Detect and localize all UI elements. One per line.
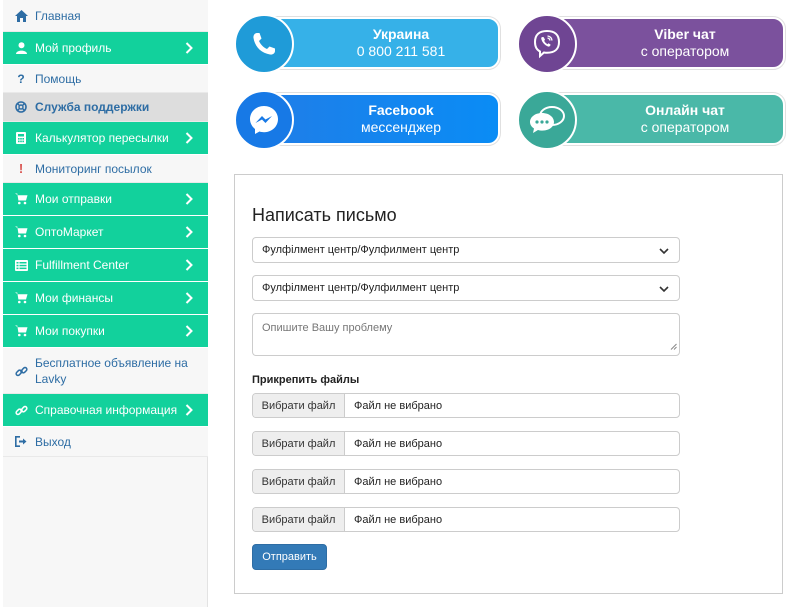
- sidebar-item-label: Мои покупки: [35, 324, 105, 338]
- file-input[interactable]: Вибрати файл Файл не вибрано: [252, 469, 680, 494]
- choose-file-button[interactable]: Вибрати файл: [253, 394, 345, 417]
- chat-bubbles-icon: [517, 90, 577, 150]
- sidebar-item-calculator[interactable]: Калькулятор пересылки: [3, 122, 208, 155]
- lifebuoy-icon: [14, 100, 28, 114]
- online-chat-subtitle: с оператором: [640, 119, 730, 135]
- question-icon: ?: [17, 71, 25, 86]
- chevron-right-icon: [182, 325, 196, 337]
- facebook-messenger-button[interactable]: Facebook мессенджер: [234, 90, 501, 150]
- home-icon: [14, 9, 28, 23]
- sidebar-item-label: ОптоМаркет: [35, 225, 104, 239]
- sidebar-item-optomarket[interactable]: ОптоМаркет: [3, 216, 208, 249]
- resize-grip-icon[interactable]: [670, 341, 677, 353]
- file-name-status: Файл не вибрано: [354, 399, 443, 412]
- sidebar-item-tracking[interactable]: ! Мониторинг посылок: [3, 155, 208, 183]
- user-icon: [14, 41, 28, 55]
- messenger-icon: [234, 90, 294, 150]
- file-name-status: Файл не вибрано: [354, 513, 443, 526]
- category-select[interactable]: Фулфілмент центр/Фулфилмент центр: [252, 237, 680, 263]
- attach-files-label: Прикрепить файлы: [252, 374, 360, 386]
- file-input[interactable]: Вибрати файл Файл не вибрано: [252, 507, 680, 532]
- sidebar-item-label: Главная: [35, 8, 81, 23]
- link-icon: [14, 364, 28, 378]
- sidebar-item-label: Мониторинг посылок: [35, 161, 152, 176]
- sidebar-item-purchases[interactable]: Мои покупки: [3, 315, 208, 348]
- cart-icon: [14, 291, 28, 305]
- file-input[interactable]: Вибрати файл Файл не вибрано: [252, 431, 680, 456]
- write-letter-form: Написать письмо Фулфілмент центр/Фулфилм…: [234, 174, 783, 594]
- choose-file-button[interactable]: Вибрати файл: [253, 432, 345, 455]
- facebook-subtitle: мессенджер: [360, 119, 442, 135]
- file-name-status: Файл не вибрано: [354, 475, 443, 488]
- form-title: Написать письмо: [252, 205, 397, 225]
- submit-button[interactable]: Отправить: [252, 544, 327, 570]
- sidebar-item-help[interactable]: ? Помощь: [3, 65, 208, 93]
- sidebar-item-label: Выход: [35, 434, 71, 449]
- file-input[interactable]: Вибрати файл Файл не вибрано: [252, 393, 680, 418]
- sidebar-item-label: Fulfillment Center: [35, 258, 130, 272]
- phone-contact-number: 0 800 211 581: [356, 43, 446, 59]
- sidebar-item-shipments[interactable]: Мои отправки: [3, 183, 208, 216]
- sidebar-item-home[interactable]: Главная: [3, 0, 208, 32]
- chevron-right-icon: [182, 404, 196, 416]
- exclamation-icon: !: [18, 161, 24, 176]
- choose-file-button[interactable]: Вибрати файл: [253, 470, 345, 493]
- problem-description-textarea[interactable]: Опишите Вашу проблему: [252, 313, 680, 356]
- category-select-value: Фулфілмент центр/Фулфилмент центр: [262, 244, 460, 256]
- phone-icon: [234, 14, 294, 74]
- textarea-placeholder: Опишите Вашу проблему: [262, 322, 393, 334]
- viber-chat-button[interactable]: Viber чат с оператором: [517, 14, 786, 74]
- chevron-right-icon: [182, 132, 196, 144]
- facebook-title: Facebook: [368, 102, 434, 118]
- cart-icon: [14, 192, 28, 206]
- sidebar-item-label: Мои отправки: [35, 192, 112, 206]
- list-icon: [14, 258, 28, 272]
- sidebar-item-fulfillment[interactable]: Fulfillment Center: [3, 249, 208, 282]
- choose-file-button[interactable]: Вибрати файл: [253, 508, 345, 531]
- sidebar-item-finances[interactable]: Мои финансы: [3, 282, 208, 315]
- sidebar-item-logout[interactable]: Выход: [3, 427, 208, 457]
- sidebar-item-label: Бесплатное объявление на Lavky: [35, 356, 188, 386]
- cart-icon: [14, 324, 28, 338]
- sidebar-item-lavky-ad[interactable]: Бесплатное объявление на Lavky: [3, 348, 208, 394]
- cart-icon: [14, 225, 28, 239]
- subcategory-select-value: Фулфілмент центр/Фулфилмент центр: [262, 282, 460, 294]
- calculator-icon: [14, 131, 28, 145]
- chevron-down-icon: [659, 284, 669, 296]
- chevron-right-icon: [182, 226, 196, 238]
- chevron-down-icon: [659, 246, 669, 258]
- subcategory-select[interactable]: Фулфілмент центр/Фулфилмент центр: [252, 275, 680, 301]
- viber-icon: [517, 14, 577, 74]
- file-name-status: Файл не вибрано: [354, 437, 443, 450]
- viber-chat-title: Viber чат: [654, 26, 716, 42]
- chevron-right-icon: [182, 259, 196, 271]
- sidebar-item-label: Справочная информация: [35, 403, 178, 417]
- chevron-right-icon: [182, 292, 196, 304]
- chevron-right-icon: [182, 193, 196, 205]
- sidebar-item-label: Мои финансы: [35, 291, 113, 305]
- chevron-right-icon: [182, 42, 196, 54]
- sidebar-item-reference[interactable]: Справочная информация: [3, 394, 208, 427]
- online-chat-button[interactable]: Онлайн чат с оператором: [517, 90, 786, 150]
- sidebar-item-label: Мой профиль: [35, 41, 112, 55]
- phone-contact-title: Украина: [372, 26, 430, 42]
- sidebar-item-label: Помощь: [35, 71, 82, 86]
- logout-icon: [14, 435, 28, 449]
- sidebar: Главная Мой профиль ? Помощь Служба подд…: [3, 0, 208, 607]
- viber-chat-subtitle: с оператором: [640, 43, 730, 59]
- link-icon: [14, 403, 28, 417]
- phone-contact-button[interactable]: Украина 0 800 211 581: [234, 14, 501, 74]
- sidebar-item-support[interactable]: Служба поддержки: [3, 93, 208, 122]
- sidebar-item-profile[interactable]: Мой профиль: [3, 32, 208, 65]
- sidebar-item-label: Калькулятор пересылки: [35, 131, 169, 145]
- online-chat-title: Онлайн чат: [645, 102, 725, 118]
- sidebar-item-label: Служба поддержки: [35, 100, 150, 114]
